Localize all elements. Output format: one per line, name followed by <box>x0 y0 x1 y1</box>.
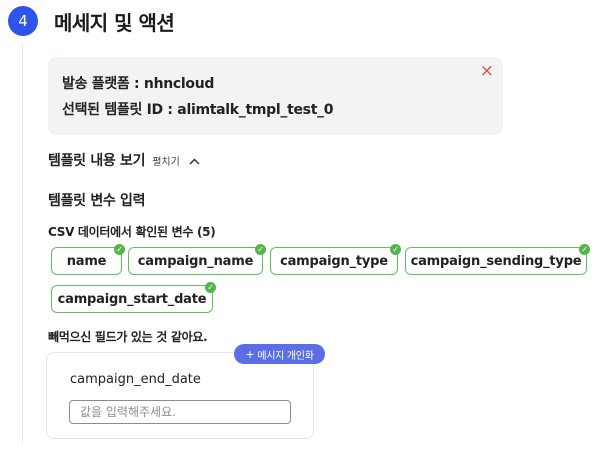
variables-section-title: 템플릿 변수 입력 <box>48 193 146 209</box>
variable-chip-campaign-sending-type[interactable]: campaign_sending_type ✓ <box>405 244 590 275</box>
chip-label: campaign_sending_type <box>410 253 582 269</box>
check-icon: ✓ <box>390 244 401 255</box>
chip-label: campaign_type <box>280 253 388 269</box>
variable-chip-campaign-name[interactable]: campaign_name ✓ <box>128 244 266 275</box>
template-preview-row: 템플릿 내용 보기 펼치기 <box>48 150 200 170</box>
template-preview-title: 템플릿 내용 보기 <box>48 153 146 169</box>
missing-field-input[interactable] <box>69 400 291 424</box>
message-personalize-button[interactable]: + 메시지 개인화 <box>234 344 325 364</box>
selected-template-info: 발송 플랫폼 : nhncloud 선택된 템플릿 ID : alimtalk_… <box>48 57 503 135</box>
chevron-up-icon[interactable] <box>189 155 200 168</box>
step-timeline-line <box>22 44 23 444</box>
step-number-badge: 4 <box>8 6 38 36</box>
step-header: 4 메세지 및 액션 <box>8 4 175 38</box>
close-icon[interactable]: × <box>480 61 494 81</box>
variable-chip-name[interactable]: name ✓ <box>51 244 125 275</box>
chip-label: campaign_start_date <box>57 291 207 307</box>
csv-variables-label: CSV 데이터에서 확인된 변수 (5) <box>48 225 216 239</box>
check-icon: ✓ <box>205 282 216 293</box>
personalize-button-label: 메시지 개인화 <box>257 350 314 362</box>
missing-field-card: campaign_end_date <box>46 352 314 439</box>
step-title: 메세지 및 액션 <box>54 10 175 35</box>
variable-chip-campaign-start-date[interactable]: campaign_start_date ✓ <box>51 282 216 313</box>
platform-info: 발송 플랫폼 : nhncloud <box>62 76 215 92</box>
missing-field-name: campaign_end_date <box>70 372 201 387</box>
check-icon: ✓ <box>579 244 590 255</box>
chip-label: name <box>66 253 107 269</box>
chip-label: campaign_name <box>137 253 254 269</box>
expand-toggle[interactable]: 펼치기 <box>152 153 180 168</box>
missing-fields-label: 빼먹으신 필드가 있는 것 같아요. <box>48 330 208 344</box>
variable-chip-campaign-type[interactable]: campaign_type ✓ <box>270 244 401 275</box>
check-icon: ✓ <box>255 244 266 255</box>
check-icon: ✓ <box>114 244 125 255</box>
template-id-info: 선택된 템플릿 ID : alimtalk_tmpl_test_0 <box>62 102 334 118</box>
plus-icon: + <box>245 347 255 361</box>
